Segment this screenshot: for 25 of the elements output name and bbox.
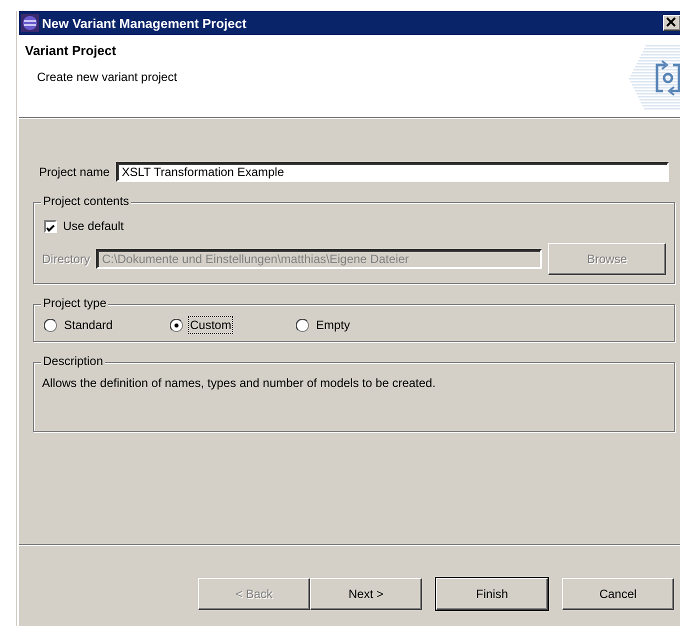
wizard-button[interactable]: Cancel <box>562 578 674 610</box>
group-title: Project type <box>41 296 108 311</box>
field-label: Directory <box>42 252 90 266</box>
radio-label: Empty <box>315 317 352 333</box>
description-text: Allows the definition of names, types and number of models to be created. <box>42 375 437 392</box>
radio-button[interactable] <box>44 318 57 332</box>
radio-button[interactable] <box>170 318 183 332</box>
radio-label: Custom <box>189 317 232 333</box>
wizard-button[interactable]: Next > <box>310 578 422 610</box>
app-icon <box>21 14 39 32</box>
page-title: Variant Project <box>25 43 118 58</box>
checkbox-label: Use default <box>63 219 124 233</box>
sync-icon <box>656 60 680 96</box>
radio-label: Standard <box>63 317 114 333</box>
radio-button[interactable] <box>296 318 309 332</box>
close-icon[interactable] <box>663 15 680 31</box>
banner-stripes <box>629 45 680 110</box>
window-title: New Variant Management Project <box>42 16 248 30</box>
wizard-button[interactable]: Finish <box>436 578 548 610</box>
field-label: Project name <box>39 165 110 179</box>
project-name-field[interactable]: XSLT Transformation Example <box>116 162 669 182</box>
checkbox[interactable] <box>44 220 57 232</box>
group-title: Description <box>41 354 106 369</box>
group-title: Project contents <box>41 194 132 209</box>
page-message: Create new variant project <box>37 70 178 84</box>
